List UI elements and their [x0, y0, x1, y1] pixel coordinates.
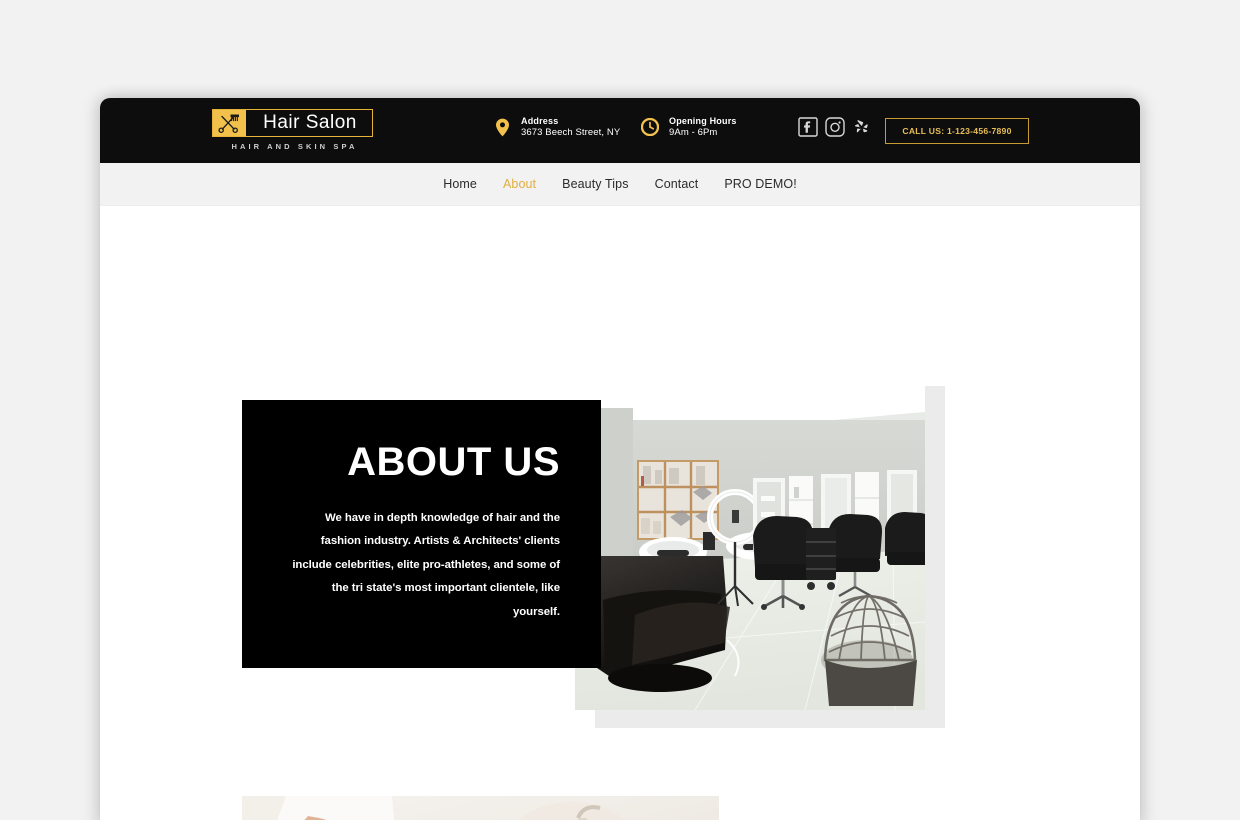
logo-box: Hair Salon [212, 109, 373, 137]
about-us-card: ABOUT US We have in depth knowledge of h… [242, 400, 601, 668]
about-paragraph: We have in depth knowledge of hair and t… [292, 512, 560, 618]
hours-text-block: Opening Hours 9Am - 6Pm [669, 115, 737, 140]
header-opening-hours: Opening Hours 9Am - 6Pm [640, 115, 737, 140]
hours-value: 9Am - 6Pm [669, 127, 718, 139]
salon-interior-photo [575, 360, 925, 710]
hours-label: Opening Hours [669, 116, 737, 126]
scissors-comb-icon [213, 110, 246, 136]
desktop-background: Hair Salon HAIR AND SKIN SPA Address 367… [0, 0, 1240, 820]
facebook-icon[interactable] [798, 117, 818, 137]
yelp-icon[interactable] [852, 117, 872, 137]
about-title: ABOUT US [347, 440, 560, 484]
logo-name: Hair Salon [263, 112, 357, 133]
instagram-icon[interactable] [825, 117, 845, 137]
social-links [798, 117, 872, 137]
address-text-block: Address 3673 Beech Street, NY [521, 115, 620, 140]
address-value: 3673 Beech Street, NY [521, 127, 621, 139]
call-us-button[interactable]: CALL US: 1-123-456-7890 [885, 118, 1029, 144]
site-logo[interactable]: Hair Salon HAIR AND SKIN SPA [212, 109, 377, 151]
main-navigation: Home About Beauty Tips Contact PRO DEMO! [100, 163, 1140, 206]
nav-item-beauty-tips[interactable]: Beauty Tips [560, 175, 630, 193]
site-header: Hair Salon HAIR AND SKIN SPA Address 367… [100, 98, 1140, 163]
nav-item-pro-demo[interactable]: PRO DEMO! [722, 175, 798, 193]
location-pin-icon [492, 116, 512, 138]
browser-window: Hair Salon HAIR AND SKIN SPA Address 367… [100, 98, 1140, 820]
nav-item-about[interactable]: About [501, 175, 538, 193]
header-address: Address 3673 Beech Street, NY [492, 115, 620, 140]
clock-icon [640, 116, 660, 138]
page-content: ABOUT US We have in depth knowledge of h… [100, 206, 1140, 820]
hair-washing-photo [242, 796, 719, 820]
address-label: Address [521, 116, 559, 126]
logo-tagline: HAIR AND SKIN SPA [231, 142, 358, 151]
nav-item-home[interactable]: Home [441, 175, 479, 193]
nav-item-contact[interactable]: Contact [653, 175, 701, 193]
